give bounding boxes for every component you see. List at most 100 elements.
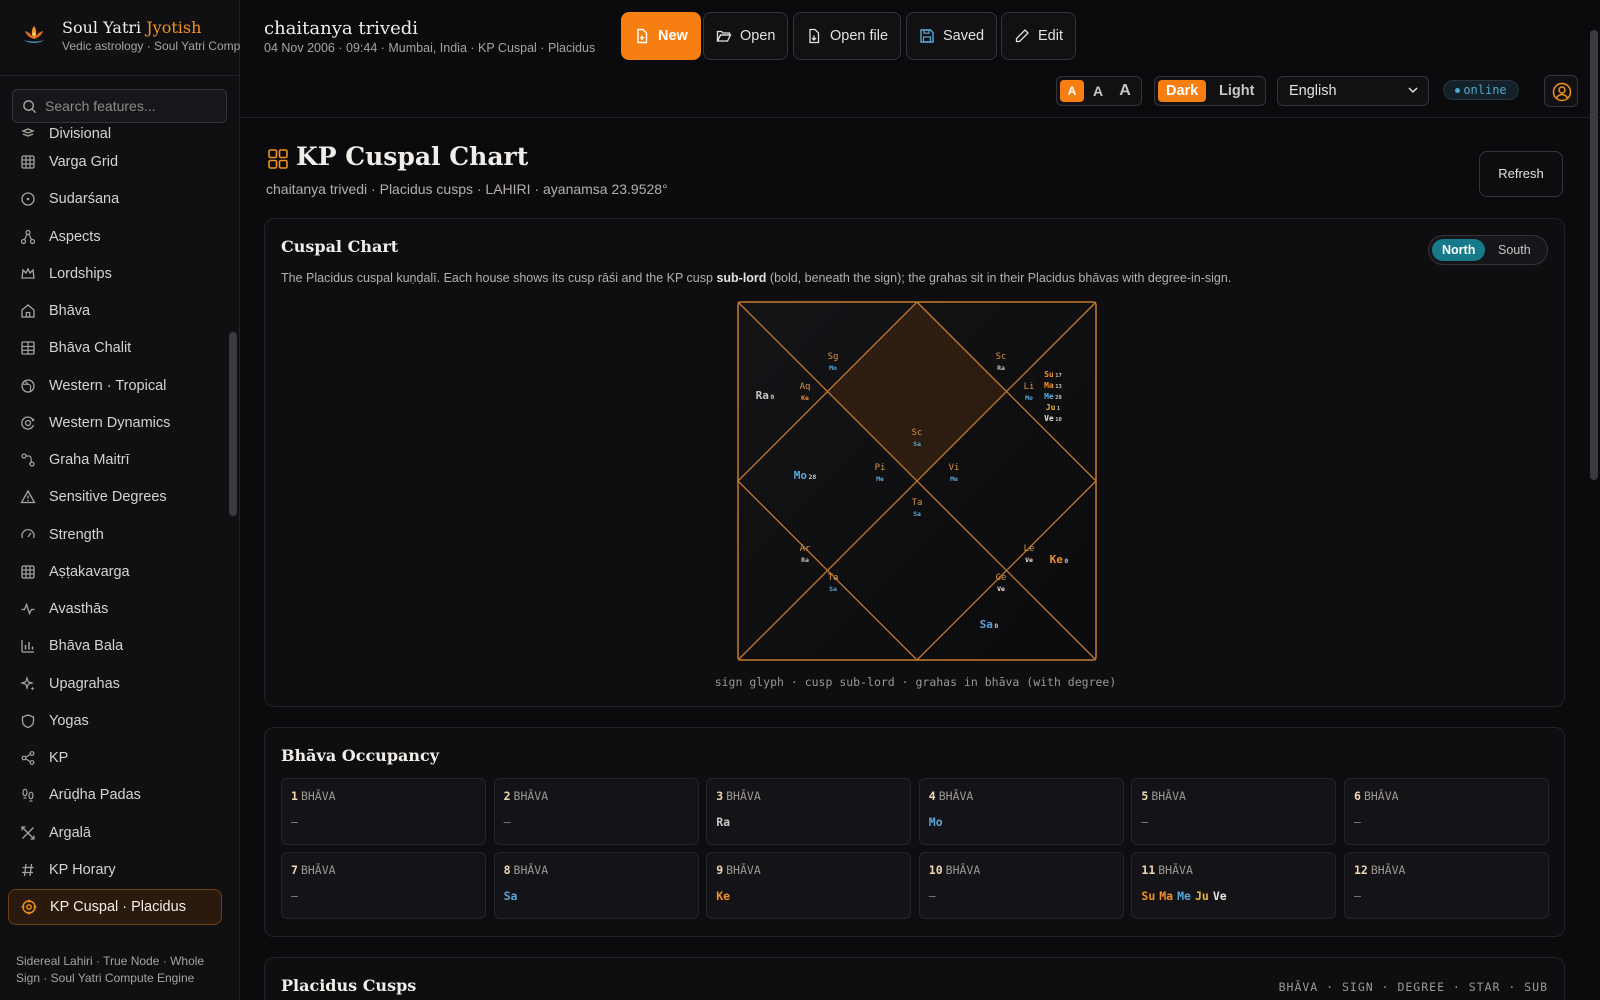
theme-dark-button[interactable]: Dark: [1158, 80, 1207, 102]
shield-icon: [21, 714, 35, 729]
empty-marker: —: [291, 889, 298, 903]
font-size-medium-button[interactable]: A: [1086, 80, 1110, 102]
bhava-grahas: Su Ma Me Ju Ve: [1141, 889, 1230, 903]
circle-dot-icon: [21, 192, 35, 206]
page-scrollbar[interactable]: [1590, 30, 1598, 480]
sidebar-nav: Divisional Varga Grid Sudarśana Aspects Lord…: [0, 126, 228, 934]
cusp-sublord-label: Ve: [997, 585, 1005, 593]
south-style-button[interactable]: South: [1488, 239, 1541, 261]
open-button[interactable]: Open: [703, 12, 789, 60]
empty-marker: —: [291, 815, 298, 829]
gauge-icon: [21, 528, 35, 539]
sidebar-item-aspects[interactable]: Aspects: [8, 219, 222, 255]
empty-marker: —: [503, 815, 511, 829]
language-select-value: English: [1289, 83, 1337, 99]
home-icon: [21, 304, 35, 318]
sidebar-item-label: KP: [49, 750, 69, 766]
folder-open-icon: [716, 30, 732, 42]
bhava-cell: 7 BHĀVA —: [281, 852, 486, 919]
sidebar-item-sudarsana[interactable]: Sudarśana: [8, 181, 222, 217]
sidebar-item-label: Varga Grid: [49, 154, 119, 170]
bhava-label: BHĀVA: [513, 789, 549, 803]
sidebar-item-bhava[interactable]: Bhāva: [8, 293, 222, 329]
sidebar-item-argala[interactable]: Argalā: [8, 815, 222, 851]
north-indian-kundali-chart: Sc Sa Sg Mo Aq Ke Pi Me Ar Ra Ta Sa Ta Sa Ge Ve Le Ve Vi Me…: [737, 301, 1097, 661]
sidebar-scrollbar[interactable]: [229, 332, 237, 516]
layout-grid-icon: [268, 149, 288, 169]
sidebar-item-bhava-chalit[interactable]: Bhāva Chalit: [8, 330, 222, 366]
sidebar-item-graha-maitri[interactable]: Graha Maitrī: [8, 442, 222, 478]
bhava-cell-header: 3 BHĀVA: [716, 789, 761, 803]
share-icon: [21, 751, 35, 765]
bhava-label: BHĀVA: [513, 863, 549, 877]
graha-tag: Su: [1141, 889, 1156, 903]
sidebar-item-kp-horary[interactable]: KP Horary: [8, 852, 222, 888]
sidebar-item-arudha-padas[interactable]: Arūḍha Padas: [8, 777, 222, 813]
cusp-sublord-label: Ra: [801, 556, 809, 564]
link-icon: [21, 453, 35, 467]
grid-icon: [21, 155, 35, 169]
sidebar-item-avasthas[interactable]: Avasthās: [8, 591, 222, 627]
sidebar-item-lordships[interactable]: Lordships: [8, 256, 222, 292]
theme-light-button[interactable]: Light: [1211, 80, 1262, 102]
bhava-number: 8: [503, 863, 511, 877]
sidebar-item-western-dynamics[interactable]: Western Dynamics: [8, 405, 222, 441]
bhava-grahas: Ra: [716, 815, 734, 829]
bhava-grahas: Ke: [716, 889, 734, 903]
file-icon: [809, 28, 820, 44]
bhava-cell: 11 BHĀVA Su Ma Me Ju Ve: [1131, 852, 1337, 919]
sidebar-item-kp-cuspal-placidus[interactable]: KP Cuspal · Placidus: [8, 889, 222, 925]
sidebar-item-bhava-bala[interactable]: Bhāva Bala: [8, 628, 222, 664]
bhava-grahas: —: [291, 815, 298, 829]
language-select[interactable]: English: [1277, 76, 1429, 106]
sidebar-item-sensitive-degrees[interactable]: Sensitive Degrees: [8, 479, 222, 515]
pencil-icon: [1015, 29, 1029, 43]
graha-tag: Ve: [1212, 889, 1227, 903]
cusps-column-legend: BHĀVA · SIGN · DEGREE · STAR · SUB: [1278, 980, 1548, 994]
font-size-small-button[interactable]: A: [1060, 80, 1084, 102]
sidebar-item-upagrahas[interactable]: Upagrahas: [8, 666, 222, 702]
saved-button-label: Saved: [943, 28, 985, 44]
activity-icon: [21, 602, 35, 616]
bhava-label: BHĀVA: [726, 863, 761, 877]
font-size-toggle: A A A: [1056, 76, 1142, 106]
sidebar-item-label: Sudarśana: [49, 191, 120, 207]
empty-marker: —: [928, 889, 936, 903]
new-button[interactable]: New: [621, 12, 701, 60]
chart-meta: 04 Nov 2006 · 09:44 · Mumbai, India · KP…: [264, 41, 596, 55]
network-icon: [20, 229, 36, 245]
cusp-sublord-label: Mo: [1025, 394, 1033, 402]
empty-marker: —: [1354, 889, 1361, 903]
crown-icon: [21, 267, 35, 279]
cusp-sublord-label: Me: [876, 475, 884, 483]
sidebar-item-varga-grid[interactable]: Varga Grid: [8, 144, 222, 180]
sidebar-item-label: Aspects: [49, 229, 101, 245]
edit-button[interactable]: Edit: [1001, 12, 1076, 60]
cusp-sublord-label: Sa: [829, 585, 837, 593]
sidebar-item-strength[interactable]: Strength: [8, 517, 222, 553]
sidebar-item-label: Upagrahas: [49, 676, 120, 692]
sidebar-item-western-tropical[interactable]: Western · Tropical: [8, 368, 222, 404]
user-avatar-button[interactable]: [1544, 75, 1578, 107]
bhava-cell: 6 BHĀVA —: [1344, 778, 1549, 845]
warning-icon: [20, 489, 36, 504]
bhava-number: 4: [928, 789, 936, 803]
saved-button[interactable]: Saved: [906, 12, 998, 60]
refresh-button[interactable]: Refresh: [1479, 151, 1563, 197]
cusp-sign-label: Ta: [912, 498, 923, 508]
empty-marker: —: [1141, 815, 1149, 829]
sidebar-item-kp[interactable]: KP: [8, 740, 222, 776]
open-file-button[interactable]: Open file: [793, 12, 902, 60]
graha-tag: Ju: [1194, 889, 1209, 903]
north-style-button[interactable]: North: [1432, 239, 1486, 261]
new-button-label: New: [658, 28, 688, 44]
font-size-large-button[interactable]: A: [1113, 80, 1137, 102]
sidebar-item-label: Strength: [49, 527, 104, 543]
sidebar-item-label: Bhāva: [49, 303, 91, 319]
theme-toggle: Dark Light: [1154, 76, 1266, 106]
sidebar-item-astakavarga[interactable]: Aṣṭakavarga: [8, 554, 222, 590]
sidebar-item-yogas[interactable]: Yogas: [8, 703, 222, 739]
search-input[interactable]: [45, 90, 223, 122]
graha-tag: Ra: [716, 815, 731, 829]
save-icon: [920, 29, 934, 43]
